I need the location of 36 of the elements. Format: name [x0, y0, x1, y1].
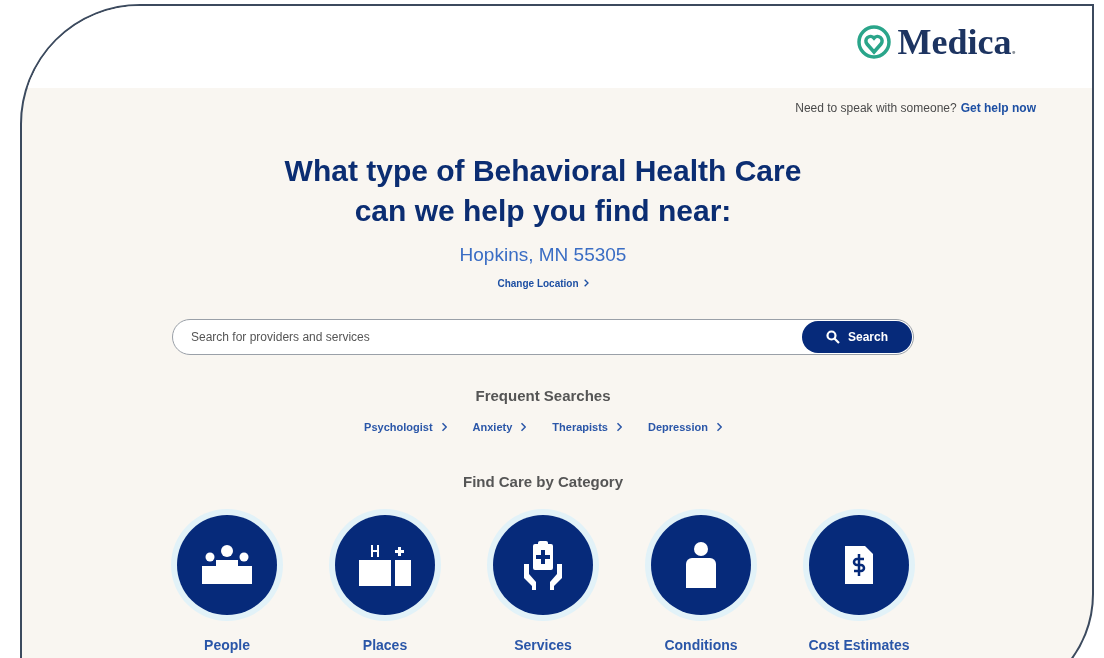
categories-heading: Find Care by Category	[462, 471, 623, 492]
clipboard-hands-icon	[521, 540, 565, 590]
search-input[interactable]: Search for providers and services	[191, 327, 802, 346]
person-icon	[684, 542, 718, 588]
change-location-link[interactable]: Change Location	[497, 275, 589, 291]
get-help-link[interactable]: Get help now	[960, 99, 1036, 117]
chevron-right-icon	[582, 279, 589, 287]
category-label: Places	[362, 636, 408, 655]
category-label: Conditions	[664, 636, 738, 655]
frequent-search-link[interactable]: Psychologist	[364, 419, 447, 436]
category-link[interactable]: People	[166, 509, 288, 656]
page-heading: What type of Behavioral Health Care can we help you find near:	[284, 153, 802, 229]
medica-logo: Medica.	[897, 24, 1016, 60]
category-link[interactable]: Services	[482, 509, 604, 656]
chevron-right-icon	[520, 422, 527, 433]
search-icon	[826, 329, 840, 344]
location-text: Hopkins, MN 55305	[459, 243, 627, 267]
hospital-buildings-icon	[357, 543, 413, 587]
category-link[interactable]: Places	[324, 509, 446, 656]
chevron-right-icon	[440, 422, 447, 433]
chevron-right-icon	[615, 422, 622, 433]
frequent-search-link[interactable]: Depression	[647, 419, 722, 436]
frequent-search-link[interactable]: Anxiety	[472, 419, 527, 436]
dollar-document-icon	[843, 544, 875, 586]
category-label: People	[204, 636, 250, 655]
category-link[interactable]: Cost Estimates	[798, 509, 920, 656]
category-label: Services	[514, 636, 572, 655]
search-button[interactable]: Search	[802, 320, 912, 353]
help-text: Need to speak with someone?	[795, 100, 957, 117]
category-label: Cost Estimates	[808, 636, 910, 655]
frequent-search-link[interactable]: Therapists	[552, 419, 622, 436]
frequent-searches-heading: Frequent Searches	[475, 385, 611, 406]
heart-logo-icon	[855, 24, 892, 60]
search-field[interactable]: Search for providers and services Search	[172, 318, 914, 355]
category-link[interactable]: Conditions	[640, 509, 762, 656]
chevron-right-icon	[715, 422, 722, 433]
